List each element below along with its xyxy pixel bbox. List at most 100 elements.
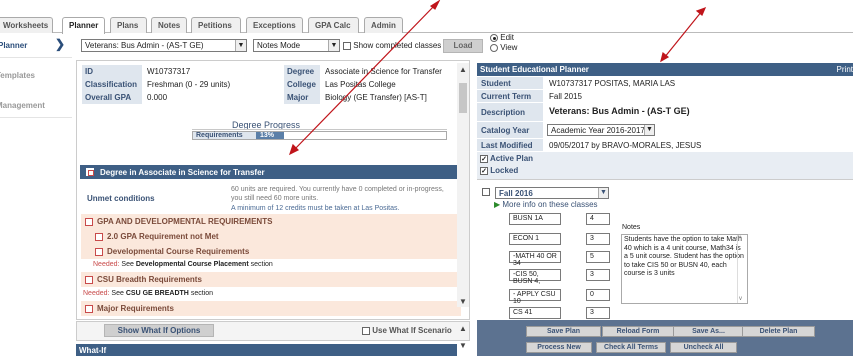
- requirement-gpa[interactable]: 2.0 GPA Requirement not Met: [95, 232, 219, 241]
- scroll-down-icon[interactable]: ▼: [459, 341, 467, 350]
- sidebar-item-planner[interactable]: Planner: [0, 41, 27, 50]
- unmet-conditions-label: Unmet conditions: [87, 194, 155, 203]
- section-text: section: [250, 261, 273, 268]
- edit-option[interactable]: Edit: [490, 33, 514, 42]
- modified-value: 09/05/2017 by BRAVO-MORALES, JESUS: [549, 141, 702, 150]
- scroll-up-icon[interactable]: ^: [739, 235, 742, 244]
- tab-worksheets[interactable]: Worksheets: [0, 17, 53, 33]
- active-plan-toggle[interactable]: Active Plan: [480, 154, 533, 163]
- tab-petitions[interactable]: Petitions: [191, 17, 241, 33]
- tab-notes[interactable]: Notes: [151, 17, 187, 33]
- load-button[interactable]: Load: [443, 39, 483, 53]
- chevron-right-icon[interactable]: ❯: [55, 37, 65, 51]
- info-row: ID W10737317 Degree Associate in Science…: [82, 65, 460, 78]
- scrollbar-thumb[interactable]: [459, 83, 467, 113]
- scroll-up-icon[interactable]: ▲: [459, 324, 467, 333]
- course-input[interactable]: BUSN 1A: [509, 213, 561, 225]
- tab-exceptions[interactable]: Exceptions: [246, 17, 303, 33]
- course-input[interactable]: -MATH 40 OR 34: [509, 251, 561, 267]
- needed-label: Needed:: [93, 261, 120, 268]
- scroll-down-icon[interactable]: ▼: [458, 297, 468, 307]
- units-input[interactable]: 5: [586, 251, 610, 263]
- more-info-link[interactable]: ▶ More info on these classes: [494, 200, 598, 209]
- major-value: Biology (GE Transfer) [AS-T]: [325, 93, 427, 102]
- classification-value: Freshman (0 - 29 units): [147, 80, 231, 89]
- caret-right-icon: ▶: [494, 200, 501, 209]
- requirement-csu-breadth[interactable]: CSU Breadth Requirements: [85, 275, 202, 284]
- mode-select-value: Notes Mode: [257, 41, 301, 50]
- dev-section-link[interactable]: Developmental Course Placement: [136, 261, 249, 268]
- needed-dev-course: Needed: See Developmental Course Placeme…: [93, 261, 273, 268]
- reload-form-button[interactable]: Reload Form: [602, 326, 674, 337]
- requirement-dev-course[interactable]: Developmental Course Requirements: [95, 247, 249, 256]
- requirement-block: Developmental Course Requirements: [81, 244, 461, 259]
- sidebar-item-templates[interactable]: Templates: [0, 71, 35, 80]
- use-what-if-checkbox[interactable]: [362, 326, 370, 335]
- delete-plan-button[interactable]: Delete Plan: [742, 326, 815, 337]
- arrowhead-icon: [429, 0, 441, 10]
- view-radio[interactable]: [490, 43, 498, 52]
- csu-section-link[interactable]: CSU GE BREADTH: [126, 290, 189, 297]
- term-checkbox[interactable]: [482, 188, 490, 196]
- term-row: Current Term Fall 2015: [477, 90, 853, 102]
- catalog-year-select[interactable]: Academic Year 2016-2017 ▼: [547, 124, 655, 136]
- edit-label: Edit: [500, 33, 515, 42]
- tab-plans[interactable]: Plans: [110, 17, 147, 33]
- left-scrollbar[interactable]: ▲ ▼: [457, 63, 469, 307]
- locked-checkbox[interactable]: [480, 166, 488, 175]
- sidebar-item-management[interactable]: Management: [0, 101, 45, 110]
- use-what-if-toggle[interactable]: Use What If Scenario: [362, 326, 452, 335]
- what-if-toolbar: Show What If Options Use What If Scenari…: [76, 321, 470, 341]
- active-plan-label: Active Plan: [489, 154, 534, 163]
- course-input[interactable]: CS 41: [509, 307, 561, 319]
- active-plan-checkbox[interactable]: [480, 154, 488, 163]
- edit-radio[interactable]: [490, 33, 498, 42]
- print-link[interactable]: Print: [837, 65, 853, 74]
- catalog-label: Catalog Year: [477, 122, 543, 138]
- tab-admin[interactable]: Admin: [364, 17, 403, 33]
- locked-toggle[interactable]: Locked: [480, 166, 518, 175]
- units-input[interactable]: 4: [586, 213, 610, 225]
- show-what-if-button[interactable]: Show What If Options: [104, 324, 214, 337]
- notes-textarea[interactable]: Students have the option to take Math 40…: [621, 234, 748, 304]
- unchecked-box-icon: [85, 217, 93, 226]
- save-as-button[interactable]: Save As...: [673, 326, 744, 337]
- tab-planner[interactable]: Planner: [62, 17, 105, 34]
- term-select[interactable]: Fall 2016 ▼: [495, 187, 609, 199]
- modified-label: Last Modified: [477, 139, 543, 151]
- view-option[interactable]: View: [490, 43, 517, 52]
- save-plan-button[interactable]: Save Plan: [526, 326, 601, 337]
- units-input[interactable]: 3: [586, 269, 610, 281]
- requirement-major[interactable]: Major Requirements: [85, 304, 174, 313]
- degree-value: Associate in Science for Transfer: [325, 67, 442, 76]
- course-input[interactable]: - APPLY CSU 10: [509, 289, 561, 305]
- degree-block-title: Degree in Associate in Science for Trans…: [100, 168, 265, 177]
- course-input[interactable]: ECON 1: [509, 233, 561, 245]
- show-completed-checkbox[interactable]: [343, 41, 351, 50]
- what-if-header: What-If: [76, 344, 457, 356]
- unchecked-box-icon: [95, 232, 103, 241]
- tab-gpa-calc[interactable]: GPA Calc: [308, 17, 359, 33]
- course-input[interactable]: -CIS 50, BUSN 4,: [509, 269, 561, 285]
- scroll-up-icon[interactable]: ▲: [458, 65, 468, 75]
- requirement-gpa-dev[interactable]: GPA AND DEVELOPMENTAL REQUIREMENTS: [85, 217, 272, 226]
- notes-scrollbar[interactable]: ^ v: [737, 235, 747, 303]
- units-input[interactable]: 3: [586, 233, 610, 245]
- arrowhead-icon: [695, 6, 707, 16]
- unchecked-box-icon: [85, 275, 93, 284]
- uncheck-all-button[interactable]: Uncheck All: [670, 342, 737, 353]
- show-completed-toggle[interactable]: Show completed classes: [343, 41, 441, 50]
- modified-row: Last Modified 09/05/2017 by BRAVO-MORALE…: [477, 139, 853, 151]
- term-value: Fall 2015: [549, 92, 582, 101]
- units-input[interactable]: 3: [586, 307, 610, 319]
- check-all-terms-button[interactable]: Check All Terms: [596, 342, 666, 353]
- units-input[interactable]: 0: [586, 289, 610, 301]
- process-new-button[interactable]: Process New: [526, 342, 592, 353]
- description-label: Description: [477, 103, 543, 121]
- use-what-if-label: Use What If Scenario: [372, 326, 452, 335]
- scroll-down-icon[interactable]: v: [739, 295, 742, 304]
- mode-select[interactable]: Notes Mode ▼: [253, 39, 340, 52]
- needed-csu: Needed: See CSU GE BREADTH section: [83, 290, 213, 297]
- divider: [0, 57, 72, 58]
- plan-select[interactable]: Veterans: Bus Admin - (AS-T GE) ▼: [81, 39, 247, 52]
